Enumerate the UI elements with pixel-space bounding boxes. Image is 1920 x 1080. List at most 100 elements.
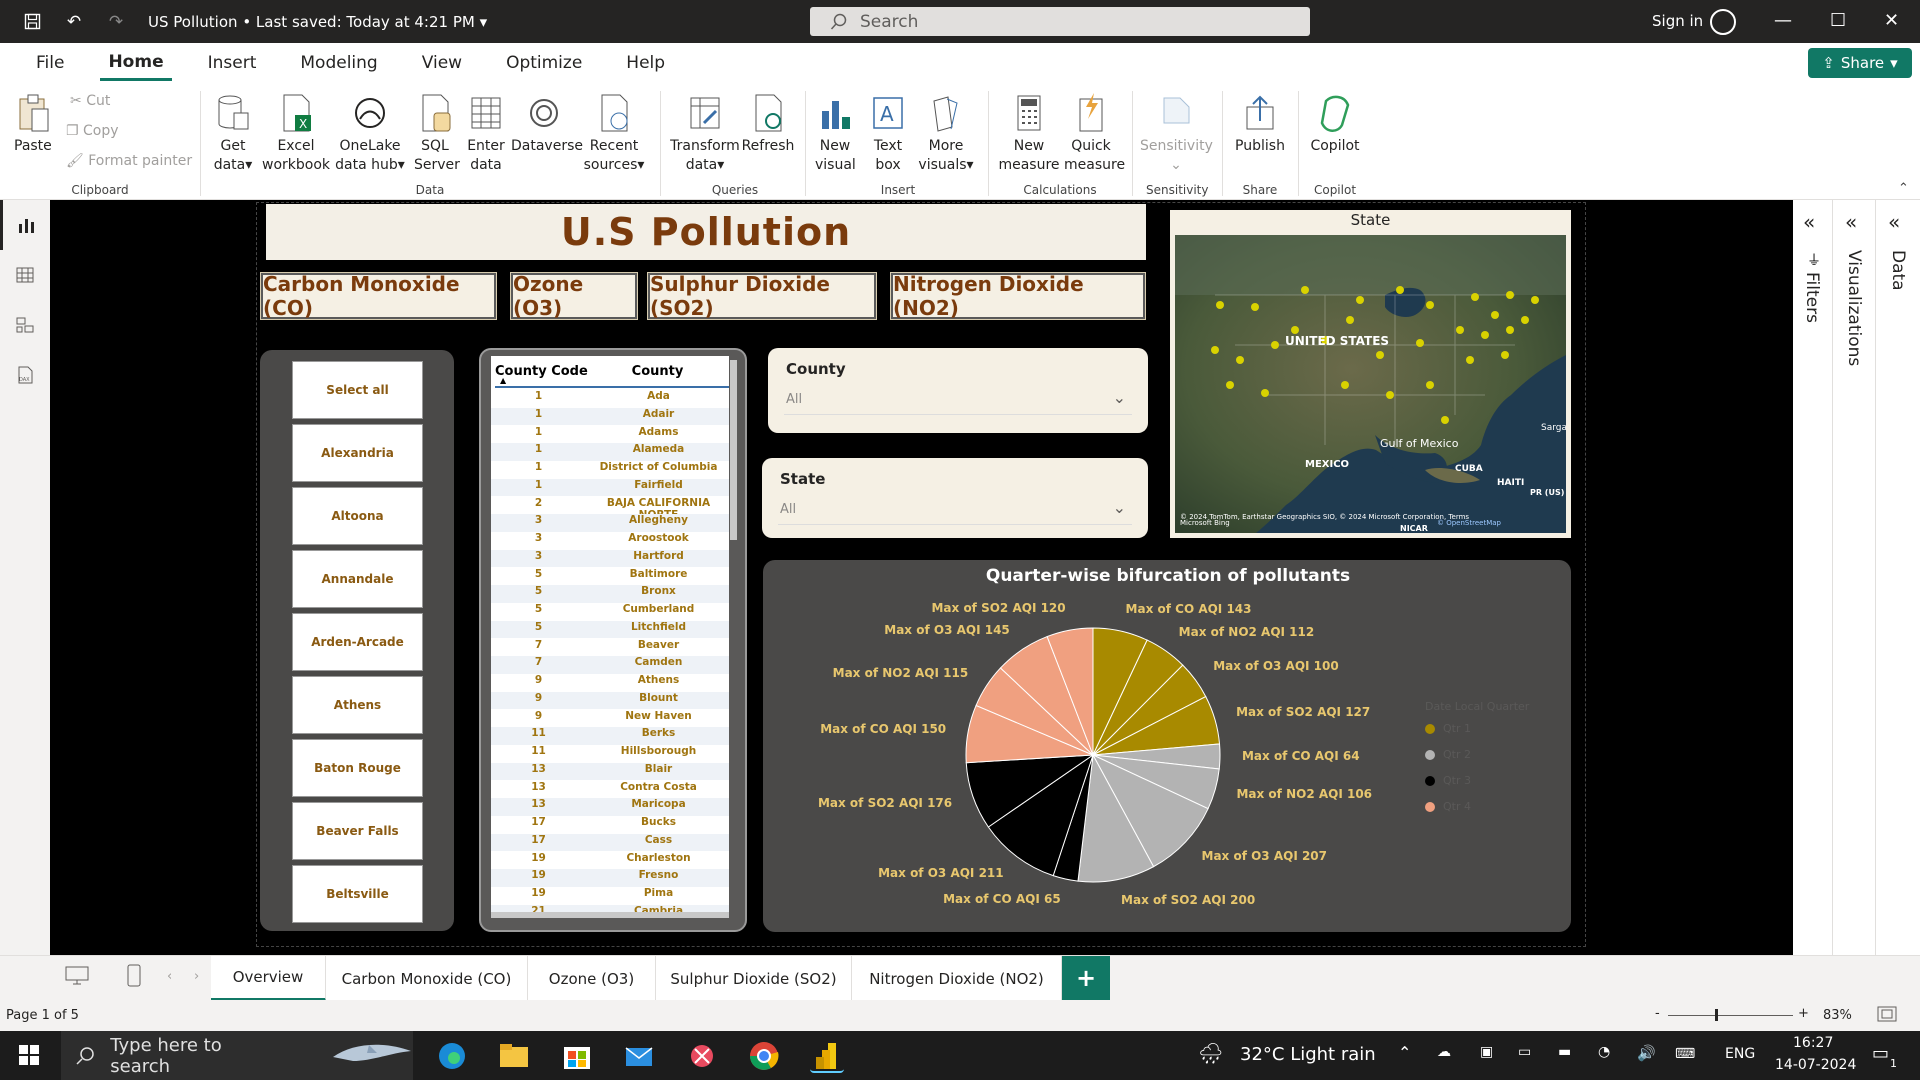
tab-ozone[interactable]: Ozone (O3) (510, 272, 638, 320)
table-hscrollbar[interactable] (491, 912, 729, 918)
recent-sources-button[interactable]: Recent sources▾ (582, 93, 646, 175)
transform-data-button[interactable]: Transform data▾ (670, 93, 740, 175)
clock-time[interactable]: 16:27 (1793, 1035, 1833, 1051)
zoom-out-icon[interactable]: - (1655, 1006, 1660, 1021)
battery-icon[interactable]: ▬ (1558, 1044, 1571, 1060)
share-button[interactable]: ⇪ Share ▾ (1808, 48, 1912, 78)
menu-help[interactable]: Help (618, 47, 673, 79)
scroll-right-icon[interactable]: › (194, 969, 199, 984)
table-row[interactable]: 7 Camden (491, 656, 729, 674)
desktop-layout-icon[interactable] (65, 966, 89, 990)
column-header-county-code[interactable]: County Code (495, 356, 589, 388)
expand-visualizations-icon[interactable]: « (1845, 210, 1857, 234)
undo-icon[interactable]: ↶ (64, 12, 84, 32)
table-row[interactable]: 19 Pima (491, 887, 729, 905)
page-tab-overview[interactable]: Overview (211, 956, 326, 1001)
table-row[interactable]: 13 Blair (491, 762, 729, 781)
visualizations-pane[interactable]: « Visualizations (1833, 200, 1876, 955)
menu-view[interactable]: View (414, 47, 470, 79)
table-row[interactable]: 11 Hillsborough (491, 745, 729, 763)
filters-pane[interactable]: « ⏚ Filters (1793, 200, 1833, 955)
tab-carbon-monoxide[interactable]: Carbon Monoxide (CO) (260, 272, 497, 320)
account-icon[interactable] (1710, 9, 1736, 35)
table-row[interactable]: 3 Hartford (491, 549, 729, 568)
model-view-icon[interactable] (0, 300, 50, 350)
volume-icon[interactable]: 🔊 (1637, 1044, 1656, 1062)
expand-data-icon[interactable]: « (1888, 210, 1900, 234)
weather-text[interactable]: 32°C Light rain (1240, 1044, 1376, 1065)
legend-item[interactable]: Qtr 2 (1425, 748, 1471, 761)
menu-file[interactable]: File (28, 47, 72, 79)
excel-workbook-button[interactable]: X Excel workbook (262, 93, 330, 175)
table-scrollbar[interactable] (730, 360, 737, 540)
power-bi-icon[interactable] (810, 1039, 844, 1073)
close-icon[interactable]: ✕ (1884, 10, 1899, 31)
county-filter[interactable]: County All ⌄ (768, 348, 1148, 433)
tab-nitrogen-dioxide[interactable]: Nitrogen Dioxide (NO2) (890, 272, 1146, 320)
table-row[interactable]: 5 Cumberland (491, 603, 729, 621)
menu-modeling[interactable]: Modeling (292, 47, 385, 79)
cut-button[interactable]: ✂ Cut (70, 93, 110, 109)
table-row[interactable]: 3 Aroostook (491, 532, 729, 550)
slicer-item[interactable]: Alexandria (292, 424, 423, 482)
page-tab-co[interactable]: Carbon Monoxide (CO) (326, 956, 528, 1001)
slicer-item[interactable]: Annandale (292, 550, 423, 608)
table-row[interactable]: 5 Litchfield (491, 620, 729, 639)
table-row[interactable]: 5 Bronx (491, 585, 729, 603)
new-visual-button[interactable]: New visual (815, 93, 856, 175)
mail-icon[interactable] (622, 1039, 656, 1073)
table-row[interactable]: 19 Fresno (491, 869, 729, 887)
menu-home[interactable]: Home (100, 46, 172, 81)
slicer-item[interactable]: Arden-Arcade (292, 613, 423, 671)
minimize-icon[interactable]: — (1774, 10, 1792, 31)
slicer-item[interactable]: Beltsville (292, 865, 423, 923)
data-pane[interactable]: « Data (1876, 200, 1920, 955)
onelake-button[interactable]: OneLake data hub▾ (333, 93, 407, 175)
fit-page-icon[interactable] (1877, 1006, 1897, 1026)
enter-data-button[interactable]: Enter data (466, 93, 506, 175)
table-row[interactable]: 17 Bucks (491, 816, 729, 834)
table-row[interactable]: 1 Adams (491, 426, 729, 444)
table-row[interactable]: 1 Adair (491, 407, 729, 426)
text-box-button[interactable]: A Text box (868, 93, 908, 175)
new-measure-button[interactable]: New measure (998, 93, 1060, 175)
state-filter[interactable]: State All ⌄ (762, 458, 1148, 538)
map-osm-link[interactable]: © OpenStreetMap (1437, 519, 1502, 527)
slicer-item[interactable]: Altoona (292, 487, 423, 545)
paste-button[interactable]: Paste (14, 93, 52, 156)
table-row[interactable]: 13 Maricopa (491, 798, 729, 816)
dax-query-view-icon[interactable]: DAX (0, 350, 50, 400)
copilot-button[interactable]: Copilot (1305, 93, 1365, 156)
file-explorer-icon[interactable] (497, 1039, 531, 1073)
zoom-handle[interactable] (1715, 1009, 1718, 1021)
show-hidden-icon[interactable]: ⌃ (1398, 1043, 1411, 1062)
chrome-icon[interactable] (747, 1039, 781, 1073)
page-tab-no2[interactable]: Nitrogen Dioxide (NO2) (852, 956, 1062, 1001)
page-tab-so2[interactable]: Sulphur Dioxide (SO2) (656, 956, 852, 1001)
table-row[interactable]: 1 Fairfield (491, 478, 729, 497)
page-tab-o3[interactable]: Ozone (O3) (528, 956, 656, 1001)
taskbar-search[interactable]: Type here to search (61, 1031, 413, 1080)
notification-icon[interactable]: ▭ (1872, 1043, 1889, 1064)
display-icon[interactable]: ▭ (1518, 1044, 1531, 1060)
refresh-button[interactable]: Refresh (740, 93, 796, 156)
table-view-icon[interactable] (0, 250, 50, 300)
add-page-button[interactable]: + (1062, 956, 1110, 1000)
onedrive-icon[interactable]: ☁ (1437, 1044, 1451, 1060)
document-title[interactable]: US Pollution • Last saved: Today at 4:21… (148, 13, 487, 31)
get-data-button[interactable]: Get data▾ (212, 93, 254, 175)
slicer-select-all[interactable]: Select all (292, 361, 423, 419)
quick-measure-button[interactable]: Quick measure (1064, 93, 1125, 175)
table-row[interactable]: 19 Charleston (491, 852, 729, 870)
table-row[interactable]: 9 New Haven (491, 710, 729, 728)
table-row[interactable]: 11 Berks (491, 727, 729, 745)
menu-insert[interactable]: Insert (200, 47, 265, 79)
table-row[interactable]: 1 Alameda (491, 443, 729, 461)
pie-chart[interactable] (963, 625, 1223, 885)
table-row[interactable]: 1 District of Columbia (491, 461, 729, 479)
save-icon[interactable] (22, 12, 42, 32)
snip-icon[interactable] (685, 1039, 719, 1073)
zoom-in-icon[interactable]: + (1798, 1006, 1809, 1021)
sensitivity-button[interactable]: Sensitivity ⌄ (1140, 93, 1213, 175)
weather-icon[interactable]: 🌧 (1198, 1041, 1223, 1065)
